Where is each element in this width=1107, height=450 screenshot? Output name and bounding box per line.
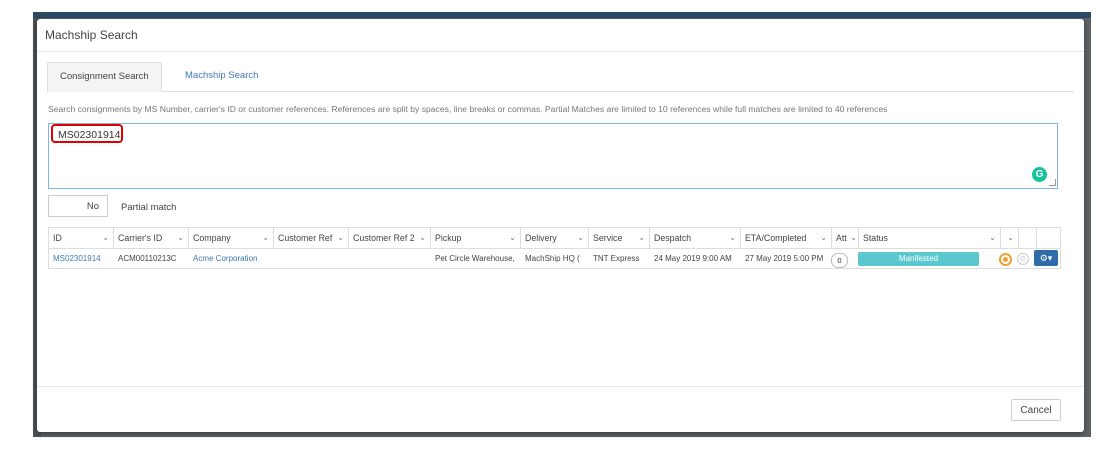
search-value-highlight (51, 124, 123, 143)
column-header-id[interactable]: ID ⌄ (49, 228, 114, 248)
gear-icon: ⚙▾ (1039, 253, 1053, 263)
row-actions-button[interactable]: ⚙▾ (1034, 250, 1058, 266)
column-header-carrier-id[interactable]: Carrier's ID ⌄ (114, 228, 189, 248)
column-header-customer-ref-label: Customer Ref (278, 233, 333, 243)
column-header-customer-ref-2[interactable]: Customer Ref 2 ⌄ (349, 228, 431, 248)
column-header-status[interactable]: Status ⌄ (859, 228, 1001, 248)
chevron-down-icon[interactable]: ⌄ (419, 228, 426, 248)
column-header-customer-ref[interactable]: Customer Ref ⌄ (274, 228, 349, 248)
column-header-service-label: Service (593, 233, 623, 243)
chevron-down-icon[interactable]: ⌄ (729, 228, 736, 248)
column-header-eta-completed-label: ETA/Completed (745, 233, 807, 243)
column-header-company[interactable]: Company ⌄ (189, 228, 274, 248)
tab-machship-search[interactable]: Machship Search (173, 62, 270, 90)
chevron-down-icon[interactable]: ⌄ (177, 228, 184, 248)
chevron-down-icon[interactable]: ⌄ (850, 228, 857, 248)
chevron-down-icon[interactable]: ⌄ (509, 228, 516, 248)
backdrop-header-strip (33, 12, 1091, 18)
column-header-pickup-label: Pickup (435, 233, 462, 243)
column-header-att[interactable]: Att ⌄ (832, 228, 859, 248)
chevron-down-icon[interactable]: ⌄ (337, 228, 344, 248)
chevron-down-icon[interactable]: ⌄ (989, 228, 996, 248)
chevron-down-icon[interactable]: ⌄ (638, 228, 645, 248)
column-header-extra (1019, 228, 1037, 248)
column-header-despatch[interactable]: Despatch ⌄ (650, 228, 741, 248)
row-despatch: 24 May 2019 9:00 AM (654, 254, 732, 263)
consignment-search-textarea[interactable]: MS02301914 (48, 123, 1058, 189)
partial-match-toggle-value: No (86, 201, 99, 212)
grammarly-icon[interactable]: G (1032, 167, 1047, 182)
row-pickup: Pet Circle Warehouse, (435, 254, 515, 263)
attachment-count-badge[interactable]: 0 (831, 253, 848, 268)
results-grid: ID ⌄ Carrier's ID ⌄ Company ⌄ Customer Ref ⌄… (48, 227, 1061, 269)
row-service: TNT Express (593, 254, 640, 263)
column-header-delivery[interactable]: Delivery ⌄ (521, 228, 589, 248)
status-indicator-icon[interactable] (999, 253, 1012, 266)
row-carrier-id: ACM00110213C (118, 254, 177, 263)
modal-title: Machship Search (45, 28, 138, 42)
row-customer-ref (274, 249, 349, 269)
column-header-actions[interactable]: ⌄ (1001, 228, 1019, 248)
chevron-down-icon[interactable]: ⌄ (262, 228, 269, 248)
chevron-down-icon[interactable]: ⌄ (820, 228, 827, 248)
row-customer-ref-2 (349, 249, 431, 269)
chevron-down-icon[interactable]: ⌄ (577, 228, 584, 248)
column-header-pickup[interactable]: Pickup ⌄ (431, 228, 521, 248)
column-header-service[interactable]: Service ⌄ (589, 228, 650, 248)
partial-match-toggle[interactable]: No (48, 195, 108, 217)
column-header-eta-completed[interactable]: ETA/Completed ⌄ (741, 228, 832, 248)
chevron-down-icon[interactable]: ⌄ (1007, 228, 1014, 248)
column-header-customer-ref-2-label: Customer Ref 2 (353, 233, 415, 243)
row-eta-completed: 27 May 2019 5:00 PM (745, 254, 824, 263)
column-header-carrier-id-label: Carrier's ID (118, 233, 163, 243)
search-tabs: Consignment Search Machship Search (47, 62, 1074, 92)
modal-footer-divider (37, 386, 1084, 387)
partial-match-label: Partial match (121, 202, 177, 213)
column-header-company-label: Company (193, 233, 231, 243)
search-hint-text: Search consignments by MS Number, carrie… (48, 104, 888, 114)
cancel-button[interactable]: Cancel (1011, 399, 1061, 421)
tab-consignment-search[interactable]: Consignment Search (47, 62, 162, 92)
row-delivery: MachShip HQ ( (525, 254, 580, 263)
modal-header: Machship Search (37, 19, 1084, 52)
status-badge: Manifested (858, 252, 979, 266)
row-company-link[interactable]: Acme Corporation (189, 249, 274, 269)
machship-search-modal: Machship Search Consignment Search Machs… (37, 19, 1084, 432)
chevron-down-icon[interactable]: ⌄ (102, 228, 109, 248)
row-id-link[interactable]: MS02301914 (49, 249, 114, 269)
column-header-delivery-label: Delivery (525, 233, 557, 243)
disabled-icon: ⊘ (1017, 253, 1029, 265)
column-header-att-label: Att (836, 233, 847, 243)
column-header-id-label: ID (53, 233, 62, 243)
column-header-despatch-label: Despatch (654, 233, 692, 243)
column-header-status-label: Status (863, 233, 888, 243)
resize-handle-icon[interactable] (1049, 179, 1056, 186)
